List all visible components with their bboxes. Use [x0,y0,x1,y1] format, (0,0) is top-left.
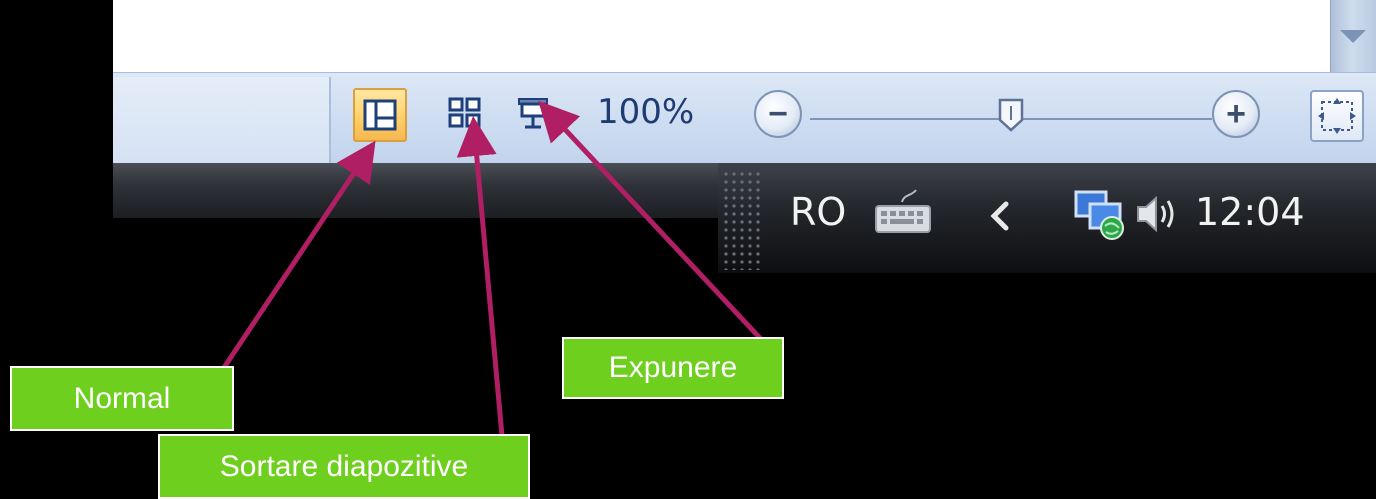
callout-slide-sorter: Sortare diapozitive [158,434,530,499]
arrow-to-slideshow [538,100,775,354]
screen: 100% − + RO 12:04 Normal Sortare diapozi… [0,0,1376,499]
callout-normal: Normal [10,366,234,431]
callout-slideshow: Expunere [562,337,784,399]
arrow-to-normal [202,140,376,398]
arrow-to-slide-sorter [456,116,506,448]
